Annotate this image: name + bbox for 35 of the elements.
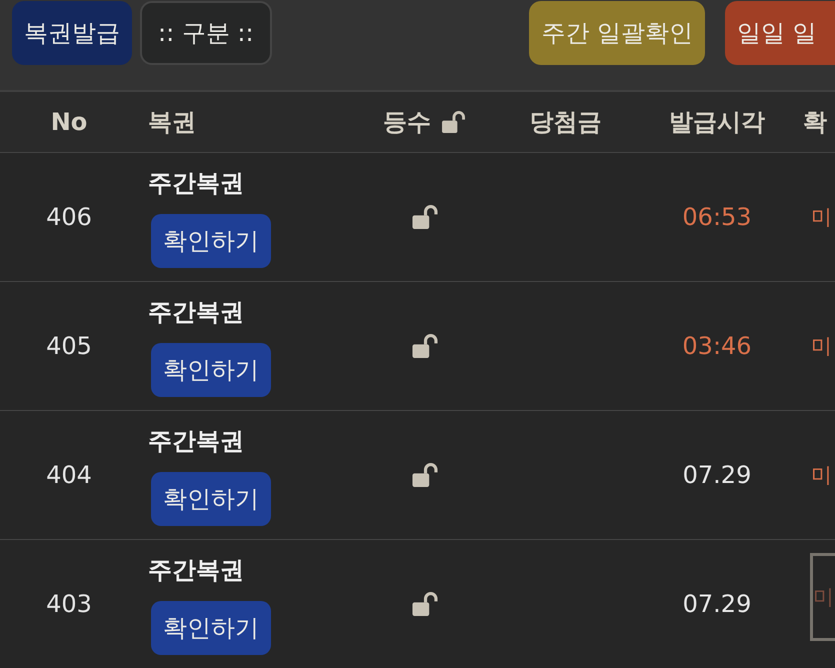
issue-time: 06:53 xyxy=(682,203,752,231)
column-header: 당첨금 xyxy=(530,107,602,138)
category-select[interactable]: :: 구분 :: xyxy=(140,1,272,65)
toolbar-button[interactable]: 주간 일괄확인 xyxy=(529,1,705,65)
status-text: 미 xyxy=(813,584,834,611)
status-text: 미 xyxy=(811,204,832,231)
toolbar-button[interactable]: 복권발급 xyxy=(12,1,132,65)
lottery-name: 주간복권 xyxy=(148,297,244,328)
status-text: 미 xyxy=(811,462,832,489)
status-text: 미 xyxy=(811,333,832,360)
confirm-button[interactable]: 확인하기 xyxy=(151,214,271,268)
row-number: 405 xyxy=(46,332,92,360)
column-header: 확 xyxy=(803,107,827,138)
lottery-name: 주간복권 xyxy=(148,168,244,199)
column-header: 발급시각 xyxy=(669,107,765,138)
confirm-button[interactable]: 확인하기 xyxy=(151,343,271,397)
lottery-name: 주간복권 xyxy=(148,426,244,457)
toolbar-button[interactable]: 일일 일 xyxy=(725,1,835,65)
unlocked-padlock-icon[interactable] xyxy=(412,592,438,616)
unlocked-padlock-icon[interactable] xyxy=(412,463,438,487)
unlocked-padlock-icon[interactable] xyxy=(441,111,466,133)
row-number: 403 xyxy=(46,590,92,618)
lottery-name: 주간복권 xyxy=(148,555,244,586)
confirm-button[interactable]: 확인하기 xyxy=(151,472,271,526)
issue-time: 07.29 xyxy=(682,461,752,489)
confirm-button[interactable]: 확인하기 xyxy=(151,601,271,655)
column-header: 복권 xyxy=(148,107,196,138)
issue-time: 03:46 xyxy=(682,332,752,360)
issue-time: 07.29 xyxy=(682,590,752,618)
unlocked-padlock-icon[interactable] xyxy=(412,205,438,229)
column-header: No xyxy=(50,108,88,136)
unlocked-padlock-icon[interactable] xyxy=(412,334,438,358)
row-number: 406 xyxy=(46,203,92,231)
row-number: 404 xyxy=(46,461,92,489)
column-header: 등수 xyxy=(383,107,431,138)
